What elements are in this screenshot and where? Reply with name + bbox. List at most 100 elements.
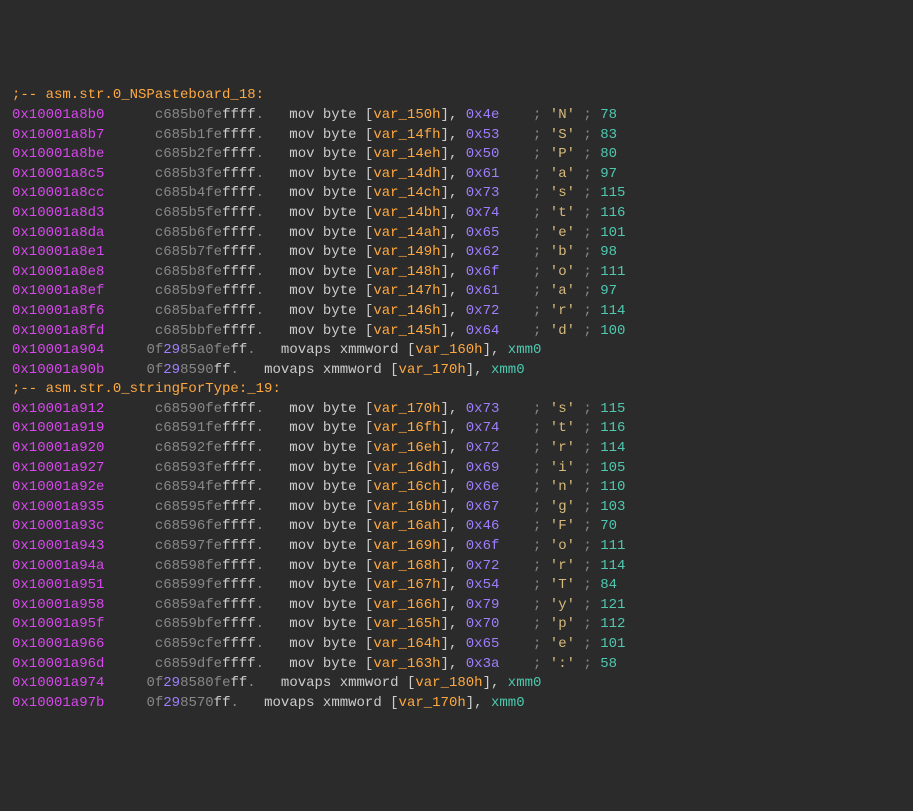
comment-semi: ;: [533, 479, 550, 495]
asm-line: 0x10001a8f6 c685bafeffff. mov byte [var_…: [12, 302, 901, 322]
asm-line: 0x10001a8c5 c685b3feffff. mov byte [var_…: [12, 165, 901, 185]
hex-bytes: c685b2fe: [155, 146, 222, 162]
comment-semi: ;: [583, 303, 600, 319]
register: xmm0: [508, 342, 542, 358]
asm-line: 0x10001a904 0f2985a0feff. movaps xmmword…: [12, 341, 901, 361]
address: 0x10001a919: [12, 420, 104, 436]
variable: var_149h: [373, 244, 440, 260]
char-literal: ':': [550, 656, 575, 672]
hex-suffix: .: [230, 362, 238, 378]
hex-bytes: c685b5fe: [155, 205, 222, 221]
asm-line: 0x10001a919 c68591feffff. mov byte [var_…: [12, 419, 901, 439]
bracket: ],: [466, 695, 491, 711]
asm-line: 0x10001a92e c68594feffff. mov byte [var_…: [12, 478, 901, 498]
decimal-value: 78: [600, 107, 617, 123]
mnemonic: mov byte: [289, 577, 365, 593]
asm-line: 0x10001a8e8 c685b8feffff. mov byte [var_…: [12, 263, 901, 283]
address: 0x10001a943: [12, 538, 104, 554]
decimal-value: 114: [600, 440, 625, 456]
hex-bytes-hl: ffff: [222, 440, 256, 456]
hex-suffix: .: [256, 146, 264, 162]
mnemonic: mov byte: [289, 244, 365, 260]
comment-semi: ;: [583, 323, 600, 339]
hex-suffix: .: [256, 185, 264, 201]
hex-bytes: 0f: [146, 675, 163, 691]
address: 0x10001a8be: [12, 146, 104, 162]
mnemonic: mov byte: [289, 518, 365, 534]
bracket: ],: [483, 675, 508, 691]
comment-semi: ;: [533, 205, 550, 221]
hex-bytes: c68591fe: [155, 420, 222, 436]
address: 0x10001a94a: [12, 558, 104, 574]
asm-line: 0x10001a943 c68597feffff. mov byte [var_…: [12, 537, 901, 557]
mnemonic: movaps xmmword: [281, 342, 407, 358]
address: 0x10001a8b0: [12, 107, 104, 123]
asm-line: 0x10001a912 c68590feffff. mov byte [var_…: [12, 400, 901, 420]
decimal-value: 84: [600, 577, 617, 593]
bracket: ],: [441, 323, 466, 339]
hex-value: 0x6f: [466, 538, 500, 554]
comment-semi: ;: [583, 656, 600, 672]
asm-line: 0x10001a96d c6859dfeffff. mov byte [var_…: [12, 655, 901, 675]
decimal-value: 100: [600, 323, 625, 339]
variable: var_170h: [373, 401, 440, 417]
hex-suffix: .: [256, 225, 264, 241]
asm-line: 0x10001a935 c68595feffff. mov byte [var_…: [12, 498, 901, 518]
asm-label: ;-- asm.str.0_NSPasteboard_18:: [12, 86, 901, 106]
decimal-value: 105: [600, 460, 625, 476]
hex-bytes: c685b1fe: [155, 127, 222, 143]
hex-value: 0x74: [466, 420, 500, 436]
hex-bytes-hl: ffff: [222, 538, 256, 554]
hex-bytes: c68598fe: [155, 558, 222, 574]
mnemonic: mov byte: [289, 558, 365, 574]
char-literal: 'P': [550, 146, 575, 162]
hex-value: 0x46: [466, 518, 500, 534]
address: 0x10001a958: [12, 597, 104, 613]
hex-value: 0x62: [466, 244, 500, 260]
comment-semi: ;: [583, 166, 600, 182]
hex-bytes-hl: ffff: [222, 499, 256, 515]
address: 0x10001a927: [12, 460, 104, 476]
char-literal: 'd': [550, 323, 575, 339]
label-text: ;-- asm.str.0_stringForType:_19:: [12, 381, 281, 397]
hex-bytes: c6859afe: [155, 597, 222, 613]
decimal-value: 97: [600, 283, 617, 299]
hex-suffix: .: [256, 205, 264, 221]
mnemonic: mov byte: [289, 597, 365, 613]
mnemonic: mov byte: [289, 656, 365, 672]
asm-line: 0x10001a920 c68592feffff. mov byte [var_…: [12, 439, 901, 459]
char-literal: 'y': [550, 597, 575, 613]
variable: var_168h: [373, 558, 440, 574]
address: 0x10001a97b: [12, 695, 104, 711]
comment-semi: ;: [533, 166, 550, 182]
hex-bytes: c685b9fe: [155, 283, 222, 299]
comment-semi: ;: [533, 616, 550, 632]
variable: var_164h: [373, 636, 440, 652]
hex-bytes-hl: ffff: [222, 283, 256, 299]
comment-semi: ;: [533, 323, 550, 339]
hex-bytes: c685bbfe: [155, 323, 222, 339]
hex-value: 0x67: [466, 499, 500, 515]
comment-semi: ;: [583, 264, 600, 280]
decimal-value: 114: [600, 303, 625, 319]
bracket: ],: [441, 244, 466, 260]
bracket: ],: [441, 283, 466, 299]
hex-bytes-hl: ffff: [222, 323, 256, 339]
bracket: ],: [441, 656, 466, 672]
variable: var_165h: [373, 616, 440, 632]
variable: var_169h: [373, 538, 440, 554]
char-literal: 'T': [550, 577, 575, 593]
char-literal: 's': [550, 185, 575, 201]
bracket: ],: [441, 401, 466, 417]
hex-bytes-hl: ffff: [222, 264, 256, 280]
address: 0x10001a920: [12, 440, 104, 456]
hex-bytes-hl: ff: [214, 695, 231, 711]
hex-bytes-hl: ffff: [222, 558, 256, 574]
register: xmm0: [491, 695, 525, 711]
hex-value: 0x69: [466, 460, 500, 476]
hex-bytes-hl: ff: [214, 362, 231, 378]
decimal-value: 83: [600, 127, 617, 143]
hex-bytes: c68599fe: [155, 577, 222, 593]
mnemonic: mov byte: [289, 283, 365, 299]
hex-value: 0x4e: [466, 107, 500, 123]
